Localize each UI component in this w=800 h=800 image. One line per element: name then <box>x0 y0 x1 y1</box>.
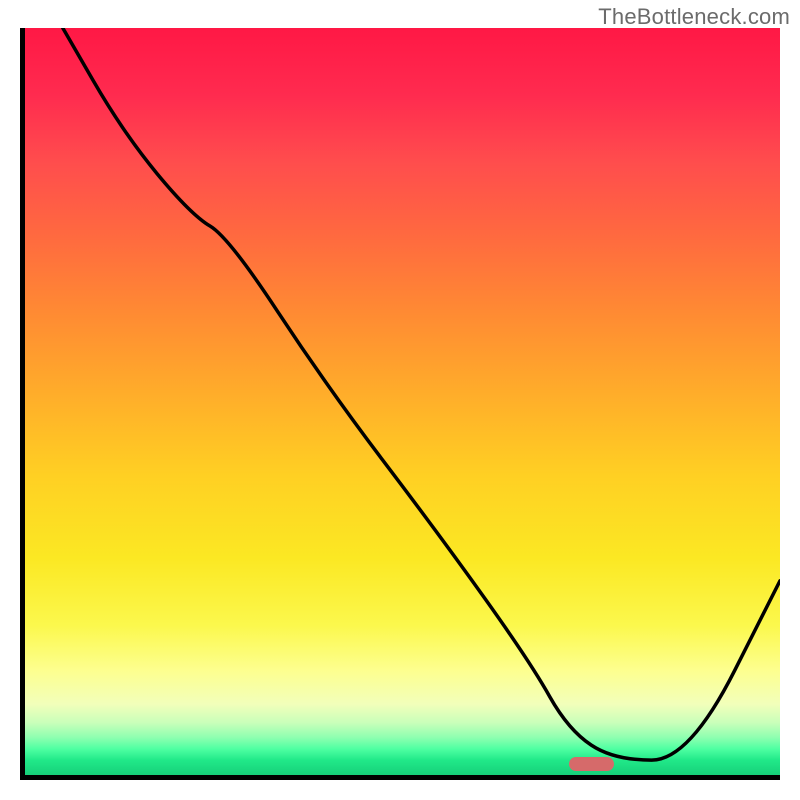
watermark-text: TheBottleneck.com <box>598 4 790 30</box>
bottleneck-curve <box>25 28 780 775</box>
optimal-marker <box>569 757 614 771</box>
plot-area <box>20 28 780 780</box>
chart-canvas: TheBottleneck.com <box>0 0 800 800</box>
